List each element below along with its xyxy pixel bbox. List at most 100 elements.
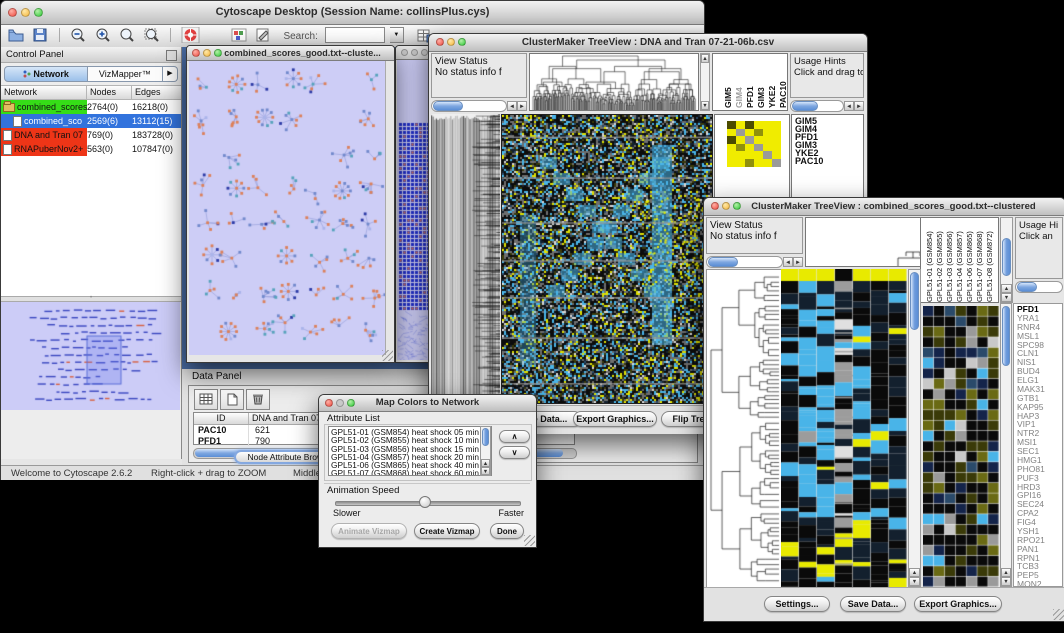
matrix-cell[interactable] (763, 121, 772, 129)
zoom-out-icon[interactable] (69, 27, 87, 43)
matrix-cell[interactable] (736, 121, 745, 129)
zoom-window-icon[interactable] (34, 8, 43, 17)
zoom-fit-icon[interactable] (143, 27, 161, 43)
zoom-selected-icon[interactable] (118, 27, 136, 43)
scroll-up-icon[interactable]: ▲ (1001, 568, 1011, 577)
zoom-window-icon[interactable] (733, 202, 741, 210)
matrix-cell[interactable] (772, 136, 781, 144)
array-column-label[interactable]: GPL51-08 (GSM872) (985, 220, 994, 302)
resize-grip[interactable] (524, 535, 535, 546)
row-dendrogram-canvas[interactable] (706, 269, 782, 589)
move-up-button[interactable]: ∧ (499, 430, 530, 443)
gene-row-label[interactable]: PAC10 (795, 157, 863, 165)
table-icon[interactable] (194, 389, 218, 410)
array-column-label[interactable]: GPL51-04 (GSM857) (955, 220, 964, 302)
matrix-cell[interactable] (736, 129, 745, 137)
settings-button[interactable]: Settings... (764, 596, 830, 612)
matrix-cell[interactable] (745, 121, 754, 129)
resize-grip[interactable] (382, 350, 393, 361)
matrix-cell[interactable] (727, 129, 736, 137)
minimize-icon[interactable] (722, 202, 730, 210)
matrix-cell[interactable] (754, 129, 763, 137)
close-icon[interactable] (192, 49, 200, 57)
gene-column-label[interactable]: GIM3 (756, 56, 765, 108)
minimize-icon[interactable] (447, 38, 455, 46)
trash-icon[interactable] (246, 389, 270, 410)
export-graphics-button[interactable]: Export Graphics... (914, 596, 1002, 612)
matrix-cell[interactable] (763, 144, 772, 152)
matrix-cell[interactable] (727, 144, 736, 152)
scroll-up-icon[interactable]: ▲ (481, 459, 490, 467)
network-list-row[interactable]: RNAPuberNov2+ 563(0) 107847(0) (1, 142, 181, 156)
matrix-cell[interactable] (727, 121, 736, 129)
new-file-icon[interactable] (220, 389, 244, 410)
col-nodes[interactable]: Nodes (87, 86, 132, 99)
matrix-cell[interactable] (736, 144, 745, 152)
matrix-cell[interactable] (745, 129, 754, 137)
scroll-down-icon[interactable]: ▼ (701, 101, 709, 110)
matrix-cell[interactable] (736, 151, 745, 159)
matrix-cell[interactable] (745, 159, 754, 167)
column-dendrogram-panel[interactable] (805, 217, 932, 267)
view-status-scrollbar[interactable]: ◄► (706, 256, 803, 268)
attribute-item[interactable]: GPL51-07 (GSM868) heat shock 60 min (331, 469, 479, 476)
close-icon[interactable] (436, 38, 444, 46)
birdseye-overview[interactable] (1, 302, 180, 410)
zoom-window-icon[interactable] (421, 49, 428, 56)
treeview-dna-title-bar[interactable]: ClusterMaker TreeView : DNA and Tran 07-… (429, 34, 867, 52)
array-column-label[interactable]: GPL51-02 (GSM855) (935, 220, 944, 302)
scroll-up-icon[interactable]: ▲ (909, 568, 920, 577)
animate-vizmap-button[interactable]: Animate Vizmap (331, 523, 407, 539)
zoom-window-icon[interactable] (347, 399, 355, 407)
zoom-in-icon[interactable] (94, 27, 112, 43)
scroll-left-icon[interactable]: ◄ (844, 101, 854, 111)
create-vizmap-button[interactable]: Create Vizmap (414, 523, 480, 539)
move-down-button[interactable]: ∨ (499, 446, 530, 459)
network-list-row[interactable]: combined_scores 2764(0) 16218(0) (1, 100, 181, 114)
zoom-heatmap-canvas[interactable] (923, 306, 999, 587)
gene-column-label[interactable]: GIM4 (734, 56, 743, 108)
matrix-cell[interactable] (763, 129, 772, 137)
zoom-window-icon[interactable] (214, 49, 222, 57)
col-network[interactable]: Network (1, 86, 87, 99)
matrix-cell[interactable] (736, 159, 745, 167)
matrix-cell[interactable] (754, 144, 763, 152)
close-icon[interactable] (711, 202, 719, 210)
scroll-left-icon[interactable]: ◄ (783, 257, 793, 267)
usage-hints-scrollbar[interactable] (1015, 281, 1063, 292)
minimize-icon[interactable] (21, 8, 30, 17)
zoom-vscrollbar[interactable]: ▲ ▼ (1000, 303, 1012, 587)
main-title-bar[interactable]: Cytoscape Desktop (Session Name: collins… (1, 1, 704, 25)
attribute-list-vscrollbar[interactable]: ▲ ▼ (480, 426, 491, 476)
float-panel-icon[interactable] (166, 50, 177, 61)
scroll-up-icon[interactable]: ▲ (1001, 284, 1012, 293)
matrix-cell[interactable] (727, 159, 736, 167)
labels-vscrollbar[interactable]: ▲ ▼ (1000, 217, 1013, 303)
search-dropdown-icon[interactable]: ▼ (390, 27, 404, 43)
column-dendrogram-canvas[interactable] (806, 218, 931, 266)
save-icon[interactable] (31, 27, 49, 43)
export-graphics-button[interactable]: Export Graphics... (573, 411, 657, 427)
column-dendrogram-panel[interactable] (529, 53, 699, 111)
done-button[interactable]: Done (490, 523, 524, 539)
dialog-title-bar[interactable]: Map Colors to Network (319, 395, 536, 412)
attribute-listbox[interactable]: GPL51-01 (GSM854) heat shock 05 minGPL51… (328, 426, 492, 476)
network-vscrollbar[interactable] (385, 61, 393, 355)
resize-grip[interactable] (1053, 609, 1064, 620)
column-dendrogram-canvas[interactable] (530, 54, 698, 110)
scroll-right-icon[interactable]: ► (793, 257, 803, 267)
gene-column-label[interactable]: PFD1 (745, 56, 754, 108)
scroll-down-icon[interactable]: ▼ (481, 467, 490, 475)
array-column-label[interactable]: GPL51-07 (GSM868) (975, 220, 984, 302)
minimize-icon[interactable] (336, 399, 344, 407)
array-column-label[interactable]: GPL51-06 (GSM865) (965, 220, 974, 302)
minimize-icon[interactable] (203, 49, 211, 57)
slider-thumb[interactable] (419, 496, 431, 508)
matrix-cell[interactable] (754, 159, 763, 167)
matrix-cell[interactable] (772, 129, 781, 137)
open-icon[interactable] (7, 27, 25, 43)
matrix-cell[interactable] (772, 151, 781, 159)
tab-vizmapper[interactable]: VizMapper™ (88, 66, 163, 82)
network-list-row[interactable]: DNA and Tran 07 769(0) 183728(0) (1, 128, 181, 142)
minimize-icon[interactable] (411, 49, 418, 56)
